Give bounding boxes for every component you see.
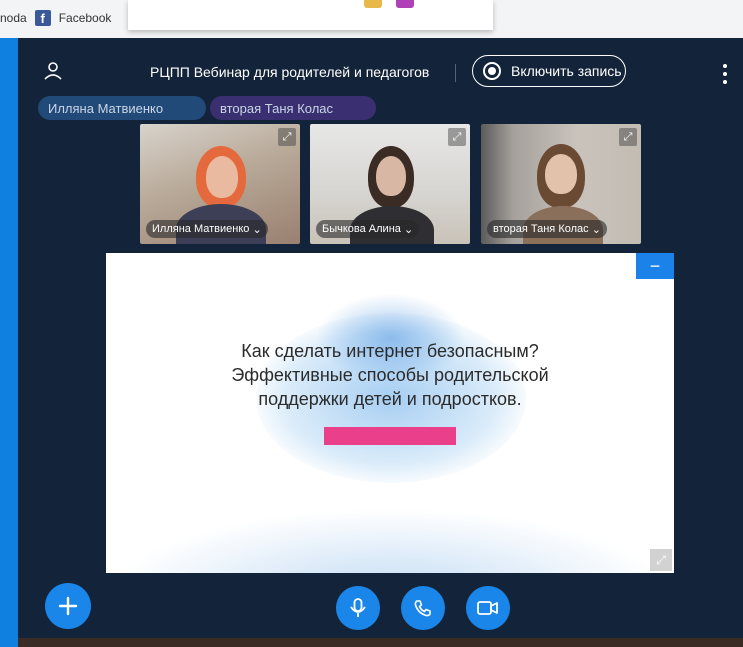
video-icon	[477, 601, 498, 615]
speaker-chip[interactable]: Илляна Матвиенко	[38, 96, 206, 120]
microphone-icon	[350, 598, 366, 617]
participant-name: вторая Таня Колас	[493, 223, 589, 235]
bookmark-partial[interactable]: noda	[0, 11, 27, 25]
expand-icon[interactable]: ⤢	[448, 128, 466, 146]
meeting-title: РЦПП Вебинар для родителей и педагогов	[150, 64, 430, 80]
record-button[interactable]: Включить запись	[472, 55, 626, 87]
bookmark-facebook[interactable]: Facebook	[59, 11, 112, 25]
speaker-chip[interactable]: вторая Таня Колас	[210, 96, 376, 120]
record-icon	[483, 62, 501, 80]
video-button[interactable]	[466, 586, 510, 630]
participant-name-label[interactable]: Бычкова Алина ⌄	[316, 220, 420, 238]
participant-video-tile[interactable]: Илляна Матвиенко ⌄ ⤢	[140, 124, 300, 244]
slide-text: Как сделать интернет безопасным? Эффекти…	[106, 339, 674, 411]
expand-icon[interactable]: ⤢	[278, 128, 296, 146]
participant-video-tile[interactable]: Бычкова Алина ⌄ ⤢	[310, 124, 470, 244]
end-call-button[interactable]	[401, 586, 445, 630]
phone-icon	[414, 600, 431, 617]
participant-face	[545, 154, 577, 194]
expand-icon[interactable]: ⤢	[650, 549, 672, 571]
more-icon[interactable]	[722, 64, 728, 84]
participant-face	[376, 156, 406, 196]
minimize-button[interactable]: −	[636, 253, 674, 279]
popup-purple-item[interactable]	[396, 0, 414, 8]
splatter-decoration	[106, 508, 674, 573]
slide-line-1: Как сделать интернет безопасным?	[241, 341, 539, 361]
participant-name: Илляна Матвиенко	[152, 223, 250, 235]
slide-pink-bar	[324, 427, 456, 445]
slide-line-2: Эффективные способы родительской	[231, 365, 549, 385]
participant-name-label[interactable]: Илляна Матвиенко ⌄	[146, 220, 268, 238]
participant-video-tile[interactable]: вторая Таня Колас ⌄ ⤢	[481, 124, 641, 244]
user-icon[interactable]	[42, 60, 64, 82]
dropdown-popup	[128, 0, 493, 30]
participant-face	[206, 156, 238, 198]
expand-icon[interactable]: ⤢	[619, 128, 637, 146]
bookmarks: noda f Facebook	[0, 10, 111, 26]
microphone-button[interactable]	[336, 586, 380, 630]
taskbar	[18, 638, 743, 647]
add-button[interactable]	[45, 583, 91, 629]
popup-yellow-item[interactable]	[364, 0, 382, 8]
meeting-window: РЦПП Вебинар для родителей и педагогов В…	[18, 38, 743, 638]
add-icon	[58, 596, 78, 616]
header-divider	[455, 64, 456, 82]
shared-screen-slide: Как сделать интернет безопасным? Эффекти…	[106, 253, 674, 573]
slide-line-3: поддержки детей и подростков.	[258, 389, 522, 409]
participant-name-label[interactable]: вторая Таня Колас ⌄	[487, 220, 607, 238]
record-label: Включить запись	[511, 63, 622, 79]
browser-bookmarks-bar: noda f Facebook	[0, 0, 743, 38]
facebook-icon: f	[34, 10, 51, 26]
participant-name: Бычкова Алина	[322, 223, 401, 235]
